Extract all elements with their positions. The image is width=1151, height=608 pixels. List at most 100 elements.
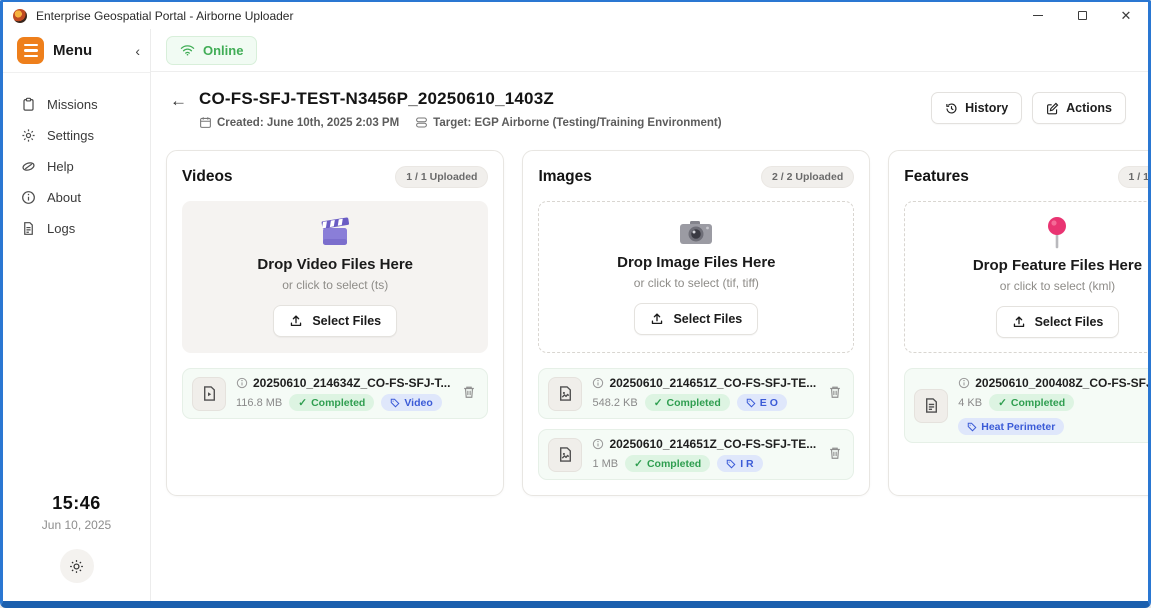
trash-icon	[828, 385, 842, 399]
feature-file-row: 20250610_200408Z_CO-FS-SFJ-T... 4 KB ✓ C…	[904, 368, 1151, 443]
sidebar-item-help[interactable]: Help	[3, 151, 150, 182]
calendar-icon	[199, 116, 212, 129]
status-badge: ✓ Completed	[289, 394, 374, 411]
status-badge: ✓ Completed	[989, 394, 1074, 411]
online-status-badge: Online	[166, 36, 257, 65]
video-file-icon	[192, 377, 226, 411]
info-icon	[592, 377, 604, 389]
image-file-icon	[548, 438, 582, 472]
maximize-icon	[1078, 11, 1087, 20]
gear-icon	[21, 128, 36, 143]
info-icon	[592, 438, 604, 450]
file-size: 116.8 MB	[236, 397, 282, 409]
feature-file-icon	[914, 389, 948, 423]
delete-file-button[interactable]	[826, 444, 844, 465]
sidebar-item-about[interactable]: About	[3, 182, 150, 213]
help-icon	[21, 159, 36, 174]
pushpin-icon	[1046, 216, 1068, 250]
edit-icon	[1046, 102, 1059, 115]
file-name: 20250610_214651Z_CO-FS-SFJ-TE...	[609, 437, 816, 451]
videos-card-title: Videos	[182, 168, 233, 186]
titlebar: Enterprise Geospatial Portal - Airborne …	[3, 2, 1148, 29]
clock-time: 15:46	[3, 493, 150, 514]
upload-icon	[650, 312, 664, 326]
video-dropzone[interactable]: Drop Video Files Here or click to select…	[182, 201, 488, 353]
back-button[interactable]: ←	[166, 91, 191, 111]
status-badge: ✓ Completed	[625, 455, 710, 472]
feature-drop-title: Drop Feature Files Here	[973, 257, 1142, 274]
history-button[interactable]: History	[931, 92, 1022, 124]
server-stack-icon	[415, 116, 428, 129]
mission-title: CO-FS-SFJ-TEST-N3456P_20250610_1403Z	[199, 89, 722, 109]
file-name: 20250610_200408Z_CO-FS-SFJ-T...	[975, 376, 1151, 390]
features-card-title: Features	[904, 168, 969, 186]
maximize-button[interactable]	[1060, 2, 1104, 29]
app-window: Enterprise Geospatial Portal - Airborne …	[0, 0, 1151, 608]
videos-card: Videos 1 / 1 Uploaded Drop Video Files H…	[166, 150, 504, 496]
info-icon	[236, 377, 248, 389]
tag-badge: I R	[717, 455, 762, 472]
sidebar-item-label: Help	[47, 159, 74, 174]
image-dropzone[interactable]: Drop Image Files Here or click to select…	[538, 201, 854, 353]
video-select-files-button[interactable]: Select Files	[273, 305, 397, 337]
images-card-title: Images	[538, 168, 591, 186]
sidebar-nav: Missions Settings Help About Logs	[3, 73, 150, 244]
hamburger-menu-button[interactable]	[17, 37, 44, 64]
sun-icon	[69, 559, 84, 574]
camera-icon	[678, 219, 714, 247]
sidebar-item-label: Logs	[47, 221, 75, 236]
history-icon	[945, 102, 958, 115]
minimize-button[interactable]	[1016, 2, 1060, 29]
main-content: Online ← CO-FS-SFJ-TEST-N3456P_20250610_…	[151, 29, 1148, 601]
video-drop-subtitle: or click to select (ts)	[282, 278, 388, 292]
info-icon	[958, 377, 970, 389]
mission-header: ← CO-FS-SFJ-TEST-N3456P_20250610_1403Z C…	[151, 72, 1148, 142]
file-name: 20250610_214651Z_CO-FS-SFJ-TE...	[609, 376, 816, 390]
delete-file-button[interactable]	[826, 383, 844, 404]
delete-file-button[interactable]	[460, 383, 478, 404]
image-drop-subtitle: or click to select (tif, tiff)	[634, 276, 759, 290]
trash-icon	[828, 446, 842, 460]
image-file-list: 20250610_214651Z_CO-FS-SFJ-TE... 548.2 K…	[538, 368, 854, 480]
feature-file-list: 20250610_200408Z_CO-FS-SFJ-T... 4 KB ✓ C…	[904, 368, 1151, 443]
tag-icon	[726, 459, 736, 469]
close-icon: ✕	[1121, 9, 1132, 22]
tag-badge: Video	[381, 394, 441, 411]
image-select-files-button[interactable]: Select Files	[634, 303, 758, 335]
upload-icon	[289, 314, 303, 328]
mission-target: Target: EGP Airborne (Testing/Training E…	[415, 116, 721, 129]
features-uploaded-badge: 1 / 1 Uploaded	[1118, 166, 1151, 188]
sidebar-item-label: Settings	[47, 128, 94, 143]
close-button[interactable]: ✕	[1104, 2, 1148, 29]
file-name: 20250610_214634Z_CO-FS-SFJ-T...	[253, 376, 450, 390]
image-file-icon	[548, 377, 582, 411]
sidebar-item-settings[interactable]: Settings	[3, 120, 150, 151]
video-drop-title: Drop Video Files Here	[257, 256, 413, 273]
feature-dropzone[interactable]: Drop Feature Files Here or click to sele…	[904, 201, 1151, 353]
video-file-row: 20250610_214634Z_CO-FS-SFJ-T... 116.8 MB…	[182, 368, 488, 419]
video-file-list: 20250610_214634Z_CO-FS-SFJ-T... 116.8 MB…	[182, 368, 488, 419]
clipboard-icon	[21, 97, 36, 112]
mission-titles: CO-FS-SFJ-TEST-N3456P_20250610_1403Z Cre…	[199, 89, 722, 129]
theme-toggle-button[interactable]	[60, 549, 94, 583]
tag-icon	[390, 398, 400, 408]
sidebar-item-missions[interactable]: Missions	[3, 89, 150, 120]
mission-meta: Created: June 10th, 2025 2:03 PM Target:…	[199, 116, 722, 129]
status-badge: ✓ Completed	[645, 394, 730, 411]
minimize-icon	[1033, 15, 1043, 16]
window-title: Enterprise Geospatial Portal - Airborne …	[36, 9, 293, 23]
sidebar: Menu ‹ Missions Settings Help A	[3, 29, 151, 601]
sidebar-footer: 15:46 Jun 10, 2025	[3, 493, 150, 601]
file-size: 4 KB	[958, 397, 982, 409]
actions-button[interactable]: Actions	[1032, 92, 1126, 124]
videos-uploaded-badge: 1 / 1 Uploaded	[395, 166, 488, 188]
image-drop-title: Drop Image Files Here	[617, 254, 775, 271]
tag-badge: Heat Perimeter	[958, 418, 1064, 435]
feature-select-files-button[interactable]: Select Files	[996, 306, 1120, 338]
sidebar-collapse-button[interactable]: ‹	[135, 44, 140, 58]
info-circle-icon	[21, 190, 36, 205]
feature-drop-subtitle: or click to select (kml)	[1000, 279, 1115, 293]
images-uploaded-badge: 2 / 2 Uploaded	[761, 166, 854, 188]
sidebar-item-logs[interactable]: Logs	[3, 213, 150, 244]
upload-icon	[1012, 315, 1026, 329]
